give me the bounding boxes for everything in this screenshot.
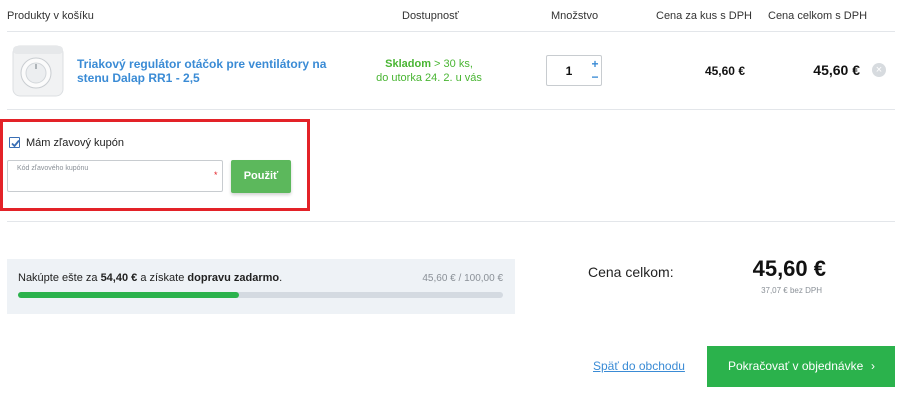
checkmark-icon [11, 139, 20, 148]
shipping-remaining-amount: 54,40 € [100, 272, 138, 284]
unit-price: 45,60 € [704, 64, 745, 78]
header-total-price: Cena celkom s DPH [768, 10, 868, 22]
total-value: 45,60 € [752, 256, 826, 281]
shipping-text-end: . [279, 272, 283, 284]
shipping-text-middle: a získate [140, 272, 185, 284]
shipping-text-before: Nakúpte ešte za [18, 272, 98, 284]
stock-count: > 30 ks, [434, 58, 473, 70]
chevron-right-icon: › [871, 359, 875, 373]
product-name-link[interactable]: Triakový regulátor otáčok pre ventilátor… [77, 57, 347, 85]
apply-coupon-button[interactable]: Použiť [231, 160, 291, 193]
availability-info: Skladom > 30 ks, do utorka 24. 2. u vás [370, 57, 488, 85]
delivery-date: do utorka 24. 2. u vás [376, 72, 482, 84]
quantity-increase-button[interactable]: + [589, 58, 601, 70]
free-shipping-message: Nakúpte ešte za 54,40 € a získate doprav… [18, 272, 282, 284]
required-mark: * [214, 170, 218, 180]
product-image[interactable] [10, 42, 66, 100]
header-unit-price: Cena za kus s DPH [656, 10, 752, 22]
total-label: Cena celkom: [588, 264, 674, 280]
coupon-code-input[interactable]: Kód zľavového kupónu * [7, 160, 223, 192]
quantity-value[interactable]: 1 [547, 64, 591, 78]
continue-order-button[interactable]: Pokračovať v objednávke › [707, 346, 895, 387]
quantity-decrease-button[interactable]: − [589, 71, 601, 83]
stock-status: Skladom [385, 58, 431, 70]
header-products: Produkty v košíku [7, 10, 94, 22]
shipping-progress-amount: 45,60 € / 100,00 € [422, 273, 503, 284]
continue-order-label: Pokračovať v objednávke [728, 359, 864, 373]
coupon-code-placeholder: Kód zľavového kupónu [17, 165, 89, 172]
shipping-progress-fill [18, 292, 240, 298]
quantity-stepper[interactable]: 1 + − [546, 55, 602, 86]
shipping-progress-track [18, 292, 503, 298]
header-quantity: Množstvo [551, 10, 599, 22]
header-availability: Dostupnosť [402, 10, 459, 22]
remove-item-icon[interactable]: × [872, 63, 886, 77]
free-shipping-box: Nakúpte ešte za 54,40 € a získate doprav… [7, 259, 515, 314]
product-divider [7, 109, 895, 110]
free-shipping-label: dopravu zadarmo [187, 272, 280, 284]
item-total-price: 45,60 € [813, 62, 860, 78]
header-divider [7, 31, 895, 32]
coupon-divider [7, 221, 895, 222]
total-without-vat: 37,07 € bez DPH [761, 286, 822, 295]
coupon-checkbox-label[interactable]: Mám zľavový kupón [26, 137, 124, 149]
back-to-shop-link[interactable]: Späť do obchodu [593, 359, 685, 373]
coupon-checkbox[interactable] [9, 137, 20, 148]
